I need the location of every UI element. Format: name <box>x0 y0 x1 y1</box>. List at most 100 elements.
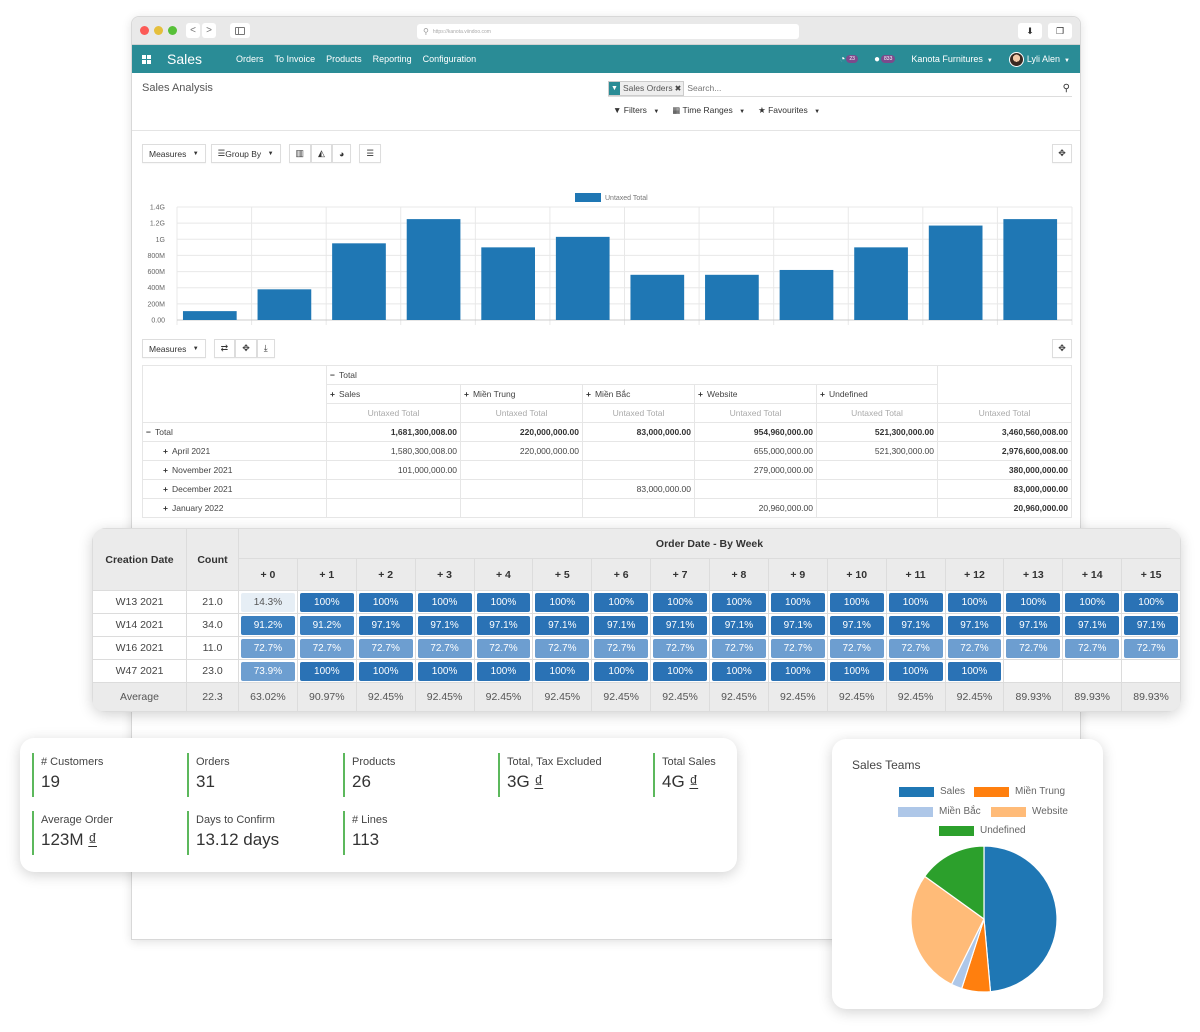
cohort-cell[interactable]: 72.7% <box>296 636 357 660</box>
bar[interactable] <box>705 274 759 320</box>
pivot-cell[interactable]: 83,000,000.00 <box>582 422 695 442</box>
measure-header[interactable]: Untaxed Total <box>694 403 817 423</box>
cohort-cell[interactable]: 100% <box>1003 590 1064 614</box>
cohort-cell[interactable]: 97.1% <box>767 613 828 637</box>
cohort-cell[interactable]: 100% <box>944 590 1005 614</box>
kpi-item[interactable]: Days to Confirm 13.12 days <box>187 811 279 855</box>
company-switcher[interactable]: Kanota Furnitures ▼ <box>911 54 993 64</box>
close-window-button[interactable] <box>140 26 149 35</box>
pie-slice[interactable] <box>983 845 1058 993</box>
pivot-cell[interactable]: 83,000,000.00 <box>582 479 695 499</box>
pivot-cell[interactable] <box>694 479 817 499</box>
cohort-cell[interactable]: 72.7% <box>885 636 946 660</box>
search-input[interactable] <box>687 83 1063 93</box>
pivot-measures-dropdown[interactable]: Measures ▼ <box>142 339 206 358</box>
favourites-dropdown[interactable]: ★ Favourites ▼ <box>758 105 820 116</box>
tabs-button[interactable]: ❐ <box>1048 23 1072 39</box>
app-title[interactable]: Sales <box>167 51 202 67</box>
cohort-cell[interactable]: 72.7% <box>414 636 475 660</box>
pivot-cell[interactable]: 20,960,000.00 <box>937 498 1072 518</box>
cohort-cell[interactable]: 100% <box>473 659 534 683</box>
cohort-cell[interactable]: 72.7% <box>650 636 710 660</box>
cohort-cell[interactable]: 72.7% <box>1062 636 1123 660</box>
pivot-cell[interactable] <box>816 460 938 480</box>
cohort-cell[interactable]: 14.3% <box>238 590 298 614</box>
cohort-cell[interactable]: 100% <box>296 659 357 683</box>
pivot-cell[interactable]: 2,976,600,008.00 <box>937 441 1072 461</box>
activities-button[interactable]: ◔ 23 <box>839 54 858 65</box>
measure-header[interactable]: Untaxed Total <box>460 403 583 423</box>
flip-axis-button[interactable]: ⇄ <box>213 339 236 358</box>
cohort-cell[interactable]: 97.1% <box>1121 613 1181 637</box>
cohort-cell[interactable]: 72.7% <box>709 636 769 660</box>
cohort-cell[interactable]: 72.7% <box>238 636 298 660</box>
bar[interactable] <box>854 247 908 320</box>
cohort-cell[interactable]: 97.1% <box>826 613 887 637</box>
bar[interactable] <box>630 274 685 320</box>
cohort-cell[interactable]: 97.1% <box>532 613 593 637</box>
cohort-cell[interactable]: 72.7% <box>355 636 416 660</box>
cohort-cell[interactable]: 97.1% <box>1003 613 1064 637</box>
cohort-cell[interactable]: 97.1% <box>591 613 652 637</box>
user-menu[interactable]: Lyli Alen ▼ <box>1027 54 1070 64</box>
cohort-cell[interactable]: 91.2% <box>296 613 357 637</box>
cohort-cell[interactable]: 100% <box>532 590 593 614</box>
pivot-cell[interactable]: 3,460,560,008.00 <box>937 422 1072 442</box>
pivot-cell[interactable] <box>460 498 583 518</box>
group-by-dropdown[interactable]: ☰ Group By ▼ <box>210 144 281 163</box>
measure-header[interactable]: Untaxed Total <box>816 403 938 423</box>
pivot-col-total-header[interactable]: − Total <box>326 365 938 385</box>
kpi-item[interactable]: Orders 31 <box>187 753 230 797</box>
cohort-cell[interactable]: 100% <box>767 590 828 614</box>
search-icon[interactable]: ⚲ <box>1063 83 1070 94</box>
pivot-cell[interactable]: 279,000,000.00 <box>694 460 817 480</box>
forward-button[interactable]: > <box>202 23 216 38</box>
pivot-cell[interactable] <box>582 460 695 480</box>
pivot-cell[interactable] <box>460 460 583 480</box>
pivot-row-header[interactable]: − Total <box>142 422 327 442</box>
pivot-cell[interactable]: 20,960,000.00 <box>694 498 817 518</box>
pivot-fullscreen-button[interactable]: ✥ <box>1052 339 1072 358</box>
cohort-cell[interactable]: 100% <box>650 659 710 683</box>
stacked-button[interactable]: ☰ <box>359 144 382 163</box>
cohort-cell[interactable]: 72.7% <box>767 636 828 660</box>
pivot-cell[interactable]: 220,000,000.00 <box>460 422 583 442</box>
pivot-cell[interactable]: 83,000,000.00 <box>937 479 1072 499</box>
pivot-cell[interactable] <box>460 479 583 499</box>
bar[interactable] <box>481 247 535 320</box>
cohort-cell[interactable]: 100% <box>944 659 1005 683</box>
bar[interactable] <box>555 236 610 320</box>
messages-button[interactable]: ● 833 <box>874 54 896 65</box>
cohort-cell[interactable]: 100% <box>355 590 416 614</box>
cohort-cell[interactable]: 100% <box>885 590 946 614</box>
cohort-cell[interactable]: 100% <box>591 590 652 614</box>
pivot-col-header[interactable]: + Website <box>694 384 817 404</box>
bar[interactable] <box>1003 219 1058 320</box>
pivot-cell[interactable]: 380,000,000.00 <box>937 460 1072 480</box>
cohort-cell[interactable]: 100% <box>532 659 593 683</box>
download-xlsx-button[interactable]: ⤓ <box>256 339 275 358</box>
remove-facet-icon[interactable]: ✖ <box>675 84 684 93</box>
cohort-cell[interactable]: 100% <box>650 590 710 614</box>
pivot-cell[interactable]: 101,000,000.00 <box>326 460 461 480</box>
time-ranges-dropdown[interactable]: ▦ Time Ranges ▼ <box>672 105 745 116</box>
cohort-cell[interactable]: 100% <box>473 590 534 614</box>
cohort-cell[interactable]: 72.7% <box>591 636 652 660</box>
cohort-cell[interactable]: 97.1% <box>473 613 534 637</box>
pivot-row-header[interactable]: + April 2021 <box>142 441 327 461</box>
measure-header[interactable]: Untaxed Total <box>326 403 461 423</box>
measure-header[interactable]: Untaxed Total <box>582 403 695 423</box>
search-facet[interactable]: ▼ Sales Orders ✖ <box>608 80 685 96</box>
pivot-row-header[interactable]: + December 2021 <box>142 479 327 499</box>
pivot-cell[interactable]: 655,000,000.00 <box>694 441 817 461</box>
cohort-cell[interactable]: 97.1% <box>1062 613 1123 637</box>
bar[interactable] <box>257 289 312 320</box>
bar[interactable] <box>928 225 983 320</box>
cohort-cell[interactable]: 97.1% <box>944 613 1005 637</box>
cohort-cell[interactable]: 100% <box>355 659 416 683</box>
pivot-row-header[interactable]: + November 2021 <box>142 460 327 480</box>
cohort-cell[interactable]: 72.7% <box>1003 636 1064 660</box>
menu-products[interactable]: Products <box>326 54 362 64</box>
measure-header[interactable]: Untaxed Total <box>937 403 1072 423</box>
cohort-cell[interactable]: 97.1% <box>709 613 769 637</box>
